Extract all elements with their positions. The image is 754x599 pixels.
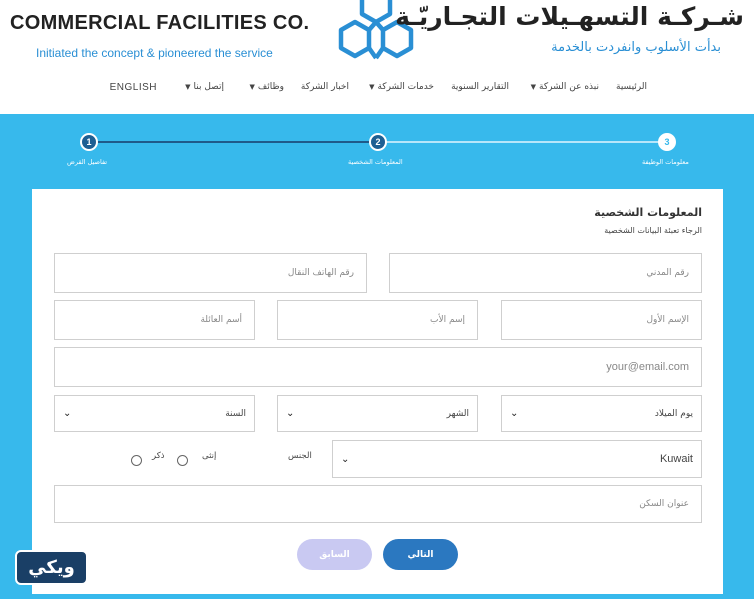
site-header: COMMERCIAL FACILITIES CO. Initiated the …: [0, 0, 754, 114]
nav-reports[interactable]: التقارير السنوية: [451, 82, 509, 92]
nationality-value: Kuwait: [659, 453, 693, 465]
birth-year-select[interactable]: ⌄ السنة: [54, 395, 255, 432]
caret-down-icon: ▼: [369, 83, 375, 91]
company-slogan-ar: بدأت الأسلوب وانفردت بالخدمة: [551, 40, 721, 55]
gender-label: الجنس: [288, 451, 312, 461]
birth-month-value: الشهر: [446, 408, 469, 419]
caret-down-icon: ▼: [185, 83, 191, 91]
birth-year-value: السنة: [225, 408, 246, 419]
family-name-input[interactable]: أسم العائلة: [54, 300, 255, 340]
nav-about[interactable]: نبذه عن الشركة ▼: [531, 82, 599, 92]
caret-down-icon: ▼: [530, 83, 537, 91]
nav-jobs-label: وظائف: [257, 82, 284, 92]
nav-jobs[interactable]: وظائف ▼: [250, 82, 284, 92]
birth-day-value: يوم الميلاد: [654, 408, 693, 419]
wiki-watermark-logo: ويكي: [15, 550, 88, 585]
birth-month-select[interactable]: ⌄ الشهر: [277, 395, 478, 432]
form-title: المعلومات الشخصية: [594, 206, 702, 219]
next-button[interactable]: التالي: [383, 539, 458, 570]
gender-female-label: إنثى: [202, 451, 217, 461]
main-navigation: الرئيسية نبذه عن الشركة ▼ التقارير السنو…: [0, 80, 754, 100]
email-input[interactable]: your@email.com: [54, 347, 702, 387]
gender-male-label: ذكر: [152, 451, 165, 461]
personal-info-card: [32, 189, 723, 594]
nav-contact[interactable]: إتصل بنا ▼: [185, 82, 224, 92]
nav-about-label: نبذه عن الشركة: [539, 82, 599, 92]
step-1-indicator: 1: [80, 133, 98, 151]
progress-track-completed: [89, 141, 378, 143]
form-subtitle: الرجاء تعبئة البيانات الشخصية: [604, 226, 702, 235]
nav-contact-label: إتصل بنا: [193, 82, 224, 92]
step-3-label: معلومات الوظيفة: [642, 158, 689, 166]
nav-home[interactable]: الرئيسية: [616, 82, 647, 92]
nav-services[interactable]: خدمات الشركة ▼: [369, 82, 434, 92]
nav-news-label: اخبار الشركة: [300, 82, 349, 92]
previous-button[interactable]: السابق: [297, 539, 372, 570]
nav-reports-label: التقارير السنوية: [451, 82, 509, 92]
step-1-label: تفاصيل القرض: [67, 158, 108, 166]
nav-news[interactable]: اخبار الشركة: [301, 82, 349, 92]
birth-day-select[interactable]: ⌄ يوم الميلاد: [501, 395, 702, 432]
chevron-down-icon: ⌄: [286, 408, 295, 419]
mobile-number-input[interactable]: رقم الهاتف النقال: [54, 253, 367, 293]
company-name-ar: شـركـة التسهـيلات التجـاريّـة: [395, 2, 744, 31]
nav-language-switch[interactable]: ENGLISH: [110, 82, 157, 93]
gender-male-radio[interactable]: [131, 455, 142, 466]
civil-id-input[interactable]: رقم المدني: [389, 253, 702, 293]
nationality-select[interactable]: ⌄ Kuwait: [332, 440, 702, 478]
step-2-indicator: 2: [369, 133, 387, 151]
chevron-down-icon: ⌄: [63, 408, 72, 419]
chevron-down-icon: ⌄: [341, 453, 350, 465]
wiki-watermark-text: ويكي: [28, 557, 75, 578]
caret-down-icon: ▼: [249, 83, 255, 91]
company-name-en: COMMERCIAL FACILITIES CO.: [10, 12, 310, 34]
company-slogan-en: Initiated the concept & pioneered the se…: [36, 46, 273, 60]
step-3-indicator: 3: [658, 133, 676, 151]
nav-services-label: خدمات الشركة: [377, 82, 434, 92]
chevron-down-icon: ⌄: [510, 408, 519, 419]
first-name-input[interactable]: الإسم الأول: [501, 300, 702, 340]
step-2-label: المعلومات الشخصية: [348, 158, 403, 166]
address-input[interactable]: عنوان السكن: [54, 485, 702, 523]
nav-home-label: الرئيسية: [616, 82, 647, 92]
gender-female-radio[interactable]: [177, 455, 188, 466]
father-name-input[interactable]: إسم الأب: [277, 300, 478, 340]
